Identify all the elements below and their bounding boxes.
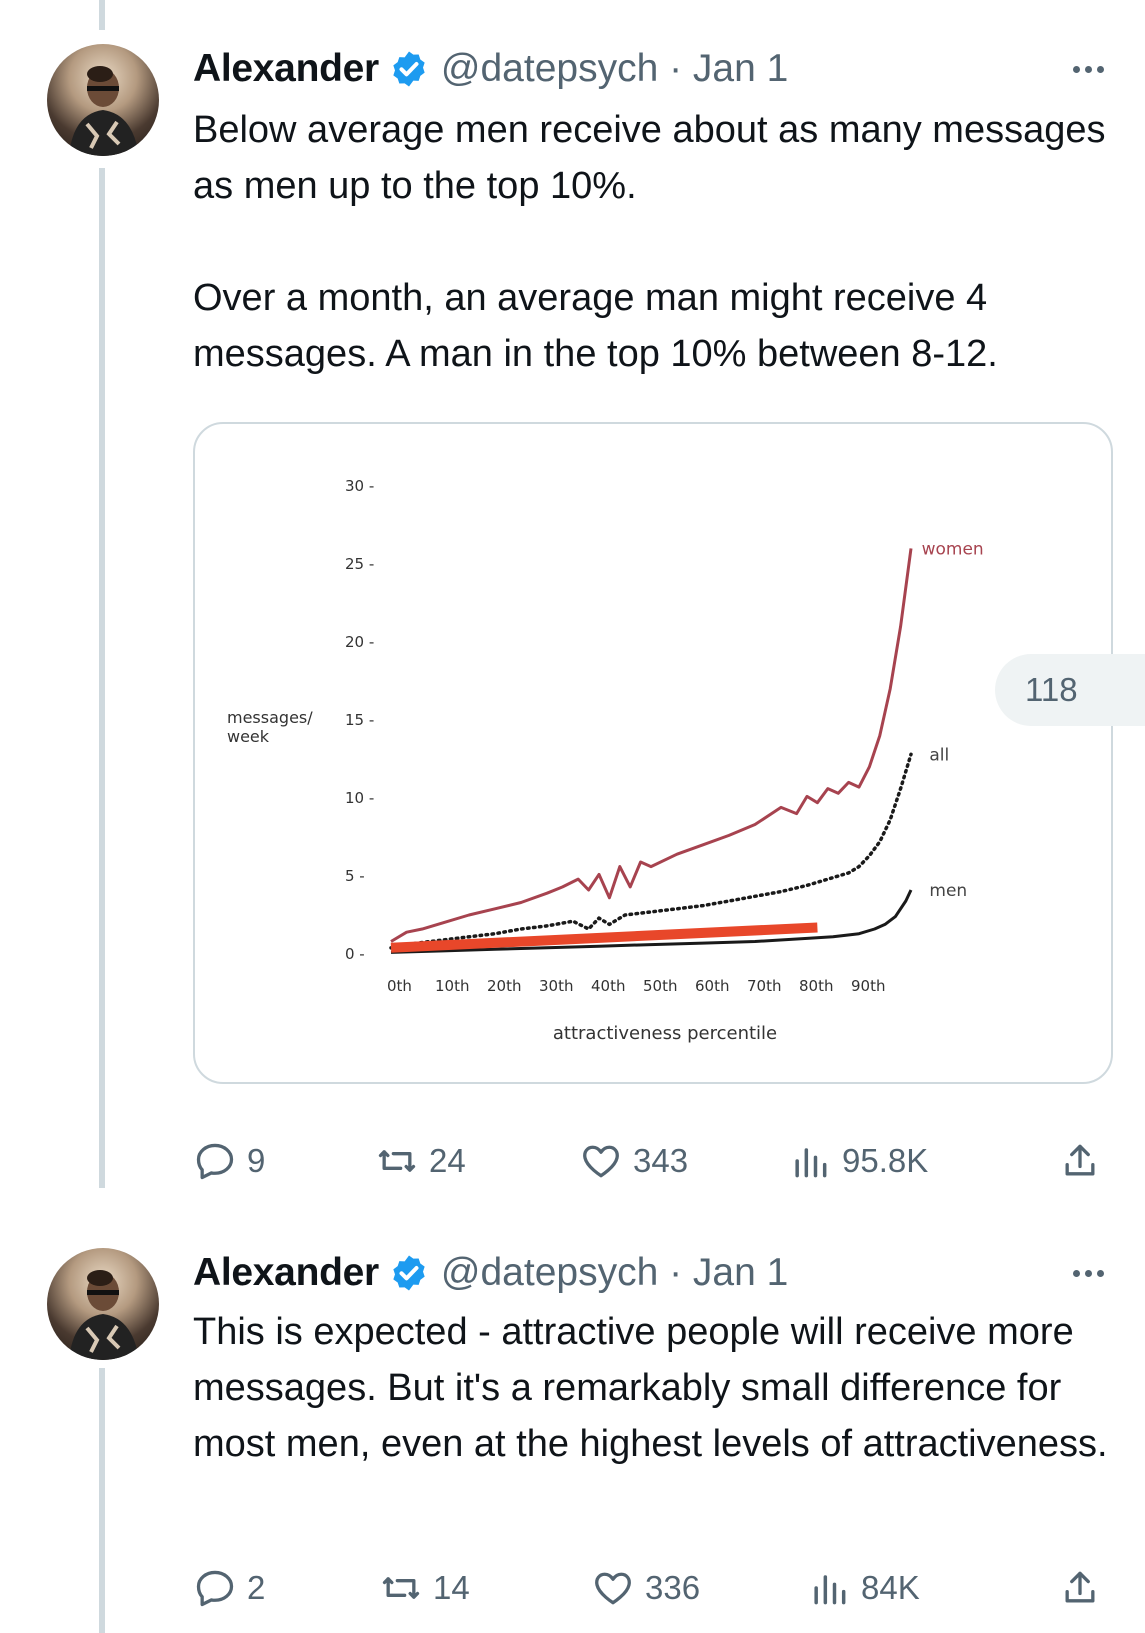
more-options-icon[interactable] (1063, 1248, 1113, 1298)
y-axis-label: messages/ (227, 708, 313, 727)
x-tick-label: 70th (747, 977, 781, 995)
tweet-actions: 9 24 343 95.8K (193, 1133, 1113, 1189)
more-options-icon[interactable] (1063, 44, 1113, 94)
y-axis-label: week (227, 727, 270, 746)
like-count: 336 (645, 1569, 701, 1606)
avatar[interactable] (47, 1248, 159, 1360)
series-label-men: men (929, 881, 967, 901)
x-tick-label: 80th (799, 977, 833, 995)
repost-icon (382, 1577, 420, 1599)
x-tick-label: 10th (435, 977, 469, 995)
y-tick-label: 10 - (345, 789, 374, 807)
x-axis-label: attractiveness percentile (553, 1023, 777, 1044)
thread-line-top (99, 0, 105, 30)
y-tick-label: 0 - (345, 945, 365, 963)
media-card[interactable]: 0 - 5 - 10 - 15 - 20 - 25 - 30 - messages/week 0… (193, 422, 1113, 1084)
share-icon (1065, 1144, 1095, 1176)
tweet-paragraph: Below average men receive about as many … (193, 109, 1106, 207)
verified-badge-icon (393, 1255, 425, 1291)
tweet-actions: 2 14 336 84K (193, 1560, 1113, 1616)
x-tick-label: 60th (695, 977, 729, 995)
reply-icon (196, 1570, 234, 1607)
author-handle-date[interactable]: @datepsych · Jan 1 (441, 47, 788, 91)
author-name[interactable]: Alexander (193, 47, 379, 91)
reply-icon (196, 1143, 234, 1180)
heart-icon (595, 1572, 631, 1605)
tweet-paragraph: Over a month, an average man might recei… (193, 277, 998, 375)
repost-count: 24 (429, 1142, 466, 1179)
verified-badge-icon (393, 51, 425, 87)
repost-icon (378, 1150, 416, 1172)
views-bar-chart-icon (795, 1148, 827, 1178)
tweet-header: Alexander @datepsych · Jan 1 (193, 44, 788, 94)
reply-count: 9 (247, 1142, 266, 1179)
tweet-header: Alexander @datepsych · Jan 1 (193, 1248, 788, 1298)
views-button[interactable]: 95.8K (788, 1133, 928, 1189)
x-tick-label: 50th (643, 977, 677, 995)
x-tick-label: 90th (851, 977, 885, 995)
reply-button[interactable]: 2 (193, 1560, 265, 1616)
line-chart: 0 - 5 - 10 - 15 - 20 - 25 - 30 - messages/week 0… (227, 477, 984, 1044)
share-icon (1065, 1571, 1095, 1603)
repost-button[interactable]: 14 (379, 1560, 470, 1616)
thread-line-2 (99, 1368, 105, 1633)
avatar-photo-icon (69, 66, 139, 156)
y-tick-label: 15 - (345, 711, 374, 729)
image-count-badge[interactable]: 118 (995, 654, 1145, 726)
like-button[interactable]: 343 (579, 1133, 688, 1189)
repost-button[interactable]: 24 (375, 1133, 466, 1189)
series-label-all: all (929, 745, 949, 765)
x-tick-label: 0th (387, 977, 412, 995)
y-tick-label: 20 - (345, 633, 374, 651)
y-tick-label: 30 - (345, 477, 374, 495)
reply-count: 2 (247, 1569, 266, 1606)
share-button[interactable] (1058, 1133, 1112, 1189)
reply-button[interactable]: 9 (193, 1133, 265, 1189)
author-handle-date[interactable]: @datepsych · Jan 1 (441, 1251, 788, 1295)
like-button[interactable]: 336 (591, 1560, 700, 1616)
series-line-all (389, 752, 913, 950)
avatar[interactable] (47, 44, 159, 156)
x-tick-label: 20th (487, 977, 521, 995)
avatar-photo-icon (69, 1270, 139, 1360)
series-line-women (390, 548, 913, 943)
x-tick-label: 40th (591, 977, 625, 995)
heart-icon (583, 1145, 619, 1178)
series-label-women: women (922, 539, 984, 559)
repost-count: 14 (433, 1569, 470, 1606)
y-tick-label: 5 - (345, 867, 365, 885)
y-tick-label: 25 - (345, 555, 374, 573)
views-count: 95.8K (842, 1142, 929, 1179)
tweet-text: Below average men receive about as many … (193, 102, 1113, 382)
author-name[interactable]: Alexander (193, 1251, 379, 1295)
views-bar-chart-icon (814, 1575, 846, 1605)
image-count-label: 118 (1025, 671, 1078, 708)
x-tick-label: 30th (539, 977, 573, 995)
views-count: 84K (861, 1569, 920, 1606)
share-button[interactable] (1058, 1560, 1112, 1616)
tweet-paragraph: This is expected - attractive people wil… (193, 1311, 1108, 1465)
like-count: 343 (633, 1142, 689, 1179)
views-button[interactable]: 84K (807, 1560, 920, 1616)
thread-line-1 (99, 168, 105, 1188)
tweet-text: This is expected - attractive people wil… (193, 1304, 1113, 1472)
